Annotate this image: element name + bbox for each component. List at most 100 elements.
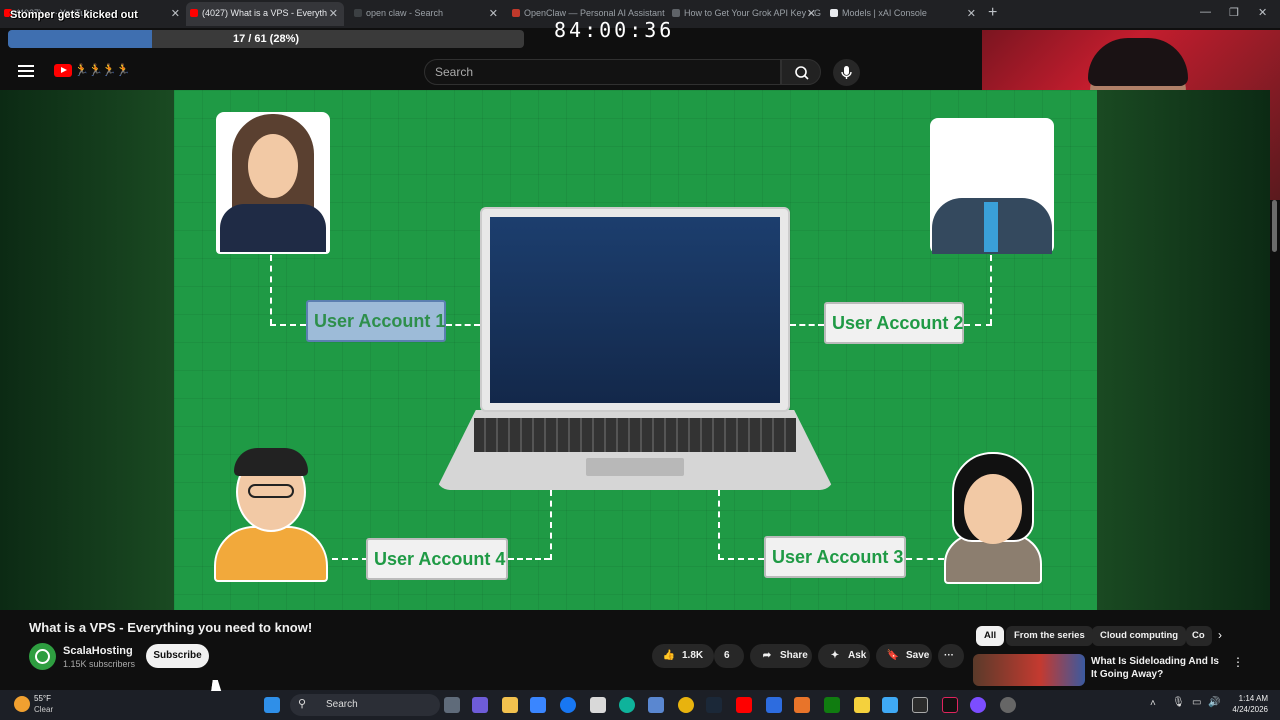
- youtube-favicon-icon: [190, 9, 198, 17]
- thumbs-up-icon: 👍: [662, 650, 676, 661]
- close-tab-icon[interactable]: ✕: [807, 7, 816, 20]
- user-woman-short-hair: [944, 452, 1042, 584]
- microphone-icon[interactable]: 🎙: [1172, 697, 1185, 708]
- app-icon[interactable]: [766, 697, 782, 713]
- like-button[interactable]: 👍 1.8K: [652, 644, 714, 668]
- tab-grok-api[interactable]: How to Get Your Grok API Key - G ✕: [668, 2, 822, 26]
- connector-line: [270, 324, 306, 326]
- channel-name[interactable]: ScalaHosting: [63, 645, 133, 657]
- youtube-logo-icon[interactable]: [54, 64, 72, 77]
- calculator-icon[interactable]: [648, 697, 664, 713]
- close-tab-icon[interactable]: ✕: [329, 7, 338, 20]
- sticky-notes-icon[interactable]: [854, 697, 870, 713]
- player-ambient-right: [1097, 90, 1270, 610]
- comment-count: 6: [724, 650, 730, 661]
- chip-co[interactable]: Co: [1186, 626, 1212, 646]
- start-icon[interactable]: [264, 697, 280, 713]
- user-account-3-label: User Account 3: [764, 536, 906, 578]
- more-actions-button[interactable]: ···: [938, 644, 964, 668]
- subscribe-button[interactable]: Subscribe: [146, 644, 209, 668]
- menu-icon[interactable]: [18, 65, 34, 77]
- youtube-app-icon[interactable]: [736, 697, 752, 713]
- video-title: What is a VPS - Everything you need to k…: [29, 620, 313, 635]
- xai-favicon-icon: [830, 9, 838, 17]
- stream-progress-bar: 17 / 61 (28%): [8, 30, 524, 48]
- close-tab-icon[interactable]: ✕: [171, 7, 180, 20]
- weather-temperature[interactable]: 55°F: [34, 694, 51, 703]
- user-man-suit: [930, 118, 1054, 254]
- app-icon[interactable]: [882, 697, 898, 713]
- connector-line: [270, 255, 272, 325]
- share-label: Share: [780, 650, 808, 661]
- xbox-icon[interactable]: [824, 697, 840, 713]
- tab-open-claw-search[interactable]: open claw - Search ✕: [350, 2, 504, 26]
- connector-line: [718, 558, 764, 560]
- close-window-icon[interactable]: ✕: [1258, 6, 1267, 19]
- volume-icon[interactable]: 🔊: [1208, 697, 1220, 708]
- restore-icon[interactable]: ❐: [1229, 6, 1239, 19]
- tab-vps-video[interactable]: (4027) What is a VPS - Everyth ✕: [186, 2, 344, 26]
- tab-label: Models | xAI Console: [842, 8, 927, 18]
- ask-label: Ask: [848, 650, 867, 661]
- comment-count-button[interactable]: 6: [714, 644, 744, 668]
- ask-button[interactable]: ✦ Ask: [818, 644, 870, 668]
- youtube-doodle[interactable]: 🏃🏃🏃🏃: [74, 63, 131, 77]
- tab-label: open claw - Search: [366, 8, 444, 18]
- chrome-icon[interactable]: [678, 697, 694, 713]
- voice-search-button[interactable]: [833, 59, 860, 86]
- file-explorer-icon[interactable]: [502, 697, 518, 713]
- settings-icon[interactable]: [1000, 697, 1016, 713]
- tiktok-icon[interactable]: [942, 697, 958, 713]
- search-button[interactable]: [781, 59, 821, 85]
- user-account-4-label: User Account 4: [366, 538, 508, 580]
- network-icon[interactable]: ▭: [1192, 697, 1201, 708]
- copilot-icon[interactable]: [472, 697, 488, 713]
- taskbar-search[interactable]: Search: [290, 694, 440, 716]
- vlc-icon[interactable]: [794, 697, 810, 713]
- minimize-icon[interactable]: —: [1200, 6, 1211, 18]
- chip-cloud-computing[interactable]: Cloud computing: [1092, 626, 1187, 646]
- player-ambient-left: [0, 90, 174, 610]
- weather-condition[interactable]: Clear: [34, 705, 53, 714]
- tab-xai-models[interactable]: Models | xAI Console ✕: [826, 2, 982, 26]
- facebook-icon[interactable]: [560, 697, 576, 713]
- chip-all[interactable]: All: [976, 626, 1005, 646]
- search-icon: [795, 66, 809, 80]
- video-player[interactable]: User Account 1 User Account 2 User Accou…: [0, 90, 1270, 680]
- weather-icon[interactable]: [14, 696, 30, 712]
- share-icon: ➦: [762, 650, 772, 661]
- clock-date[interactable]: 4/24/2026: [1220, 705, 1268, 714]
- connector-line: [550, 490, 552, 560]
- connector-line: [790, 324, 824, 326]
- connector-line: [990, 255, 992, 325]
- search-input[interactable]: Search: [424, 59, 781, 85]
- channel-avatar[interactable]: [29, 643, 56, 670]
- user-account-1-label: User Account 1: [306, 300, 446, 342]
- obs-icon[interactable]: [912, 697, 928, 713]
- chip-from-the-series[interactable]: From the series: [1006, 626, 1093, 646]
- new-tab-button[interactable]: +: [988, 4, 997, 22]
- page-scrollbar[interactable]: [1270, 200, 1280, 690]
- streamer-hair: [1088, 38, 1188, 86]
- save-label: Save: [906, 650, 930, 661]
- close-tab-icon[interactable]: ✕: [489, 7, 498, 20]
- app-icon[interactable]: [970, 697, 986, 713]
- recommendation-title[interactable]: What Is Sideloading And Is It Going Away…: [1091, 655, 1221, 681]
- chevron-up-icon[interactable]: ˄: [1150, 698, 1156, 709]
- share-button[interactable]: ➦ Share: [750, 644, 812, 668]
- amazon-icon[interactable]: [590, 697, 606, 713]
- chevron-right-icon[interactable]: ›: [1218, 628, 1222, 642]
- store-icon[interactable]: [530, 697, 546, 713]
- save-button[interactable]: 🔖 Save: [876, 644, 932, 668]
- edge-icon[interactable]: [619, 697, 635, 713]
- user-man-glasses: [214, 446, 328, 582]
- steam-icon[interactable]: [706, 697, 722, 713]
- recommendation-thumbnail[interactable]: [973, 654, 1085, 686]
- close-tab-icon[interactable]: ✕: [967, 7, 976, 20]
- task-view-icon[interactable]: [444, 697, 460, 713]
- openclaw-favicon-icon: [512, 9, 520, 17]
- progress-text: 17 / 61 (28%): [232, 33, 300, 45]
- more-vert-icon[interactable]: ⋮: [1232, 655, 1244, 669]
- clock-time[interactable]: 1:14 AM: [1224, 694, 1268, 703]
- video-frame[interactable]: User Account 1 User Account 2 User Accou…: [174, 90, 1097, 610]
